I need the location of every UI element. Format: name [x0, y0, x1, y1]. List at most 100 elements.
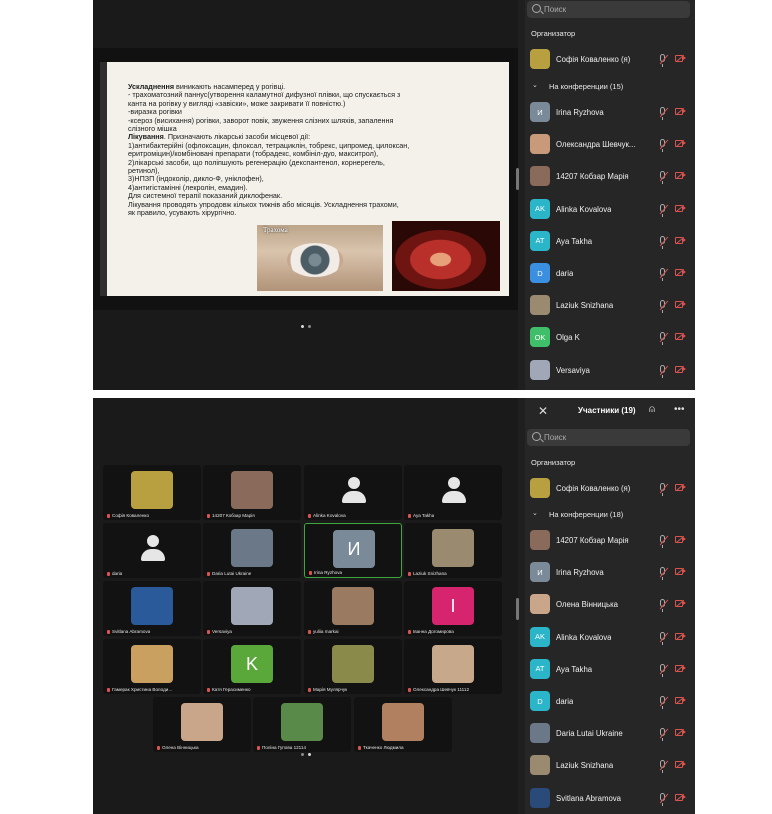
camera-off-icon[interactable]: [675, 55, 686, 62]
participant-row[interactable]: Ddaria: [525, 690, 695, 712]
camera-off-icon[interactable]: [675, 236, 686, 244]
camera-off-icon[interactable]: [675, 301, 686, 309]
camera-off-icon[interactable]: [675, 568, 686, 576]
participant-row[interactable]: 14207 Кобзар Марія: [525, 529, 695, 551]
mic-muted-icon[interactable]: [660, 760, 665, 774]
mic-muted-icon[interactable]: [660, 631, 665, 645]
video-tile[interactable]: И Irina Ryzhova: [304, 523, 402, 578]
camera-off-icon[interactable]: [675, 484, 686, 491]
video-tile[interactable]: І Іванна Догомирова: [404, 581, 502, 636]
camera-off-icon[interactable]: [675, 632, 686, 640]
avatar: OK: [530, 327, 550, 348]
search-input[interactable]: [544, 429, 684, 446]
mic-muted-icon[interactable]: [660, 792, 665, 806]
video-tile[interactable]: Laziuk Snizhana: [404, 523, 502, 578]
camera-off-icon[interactable]: [675, 269, 686, 276]
participant-row[interactable]: Versaviya: [525, 359, 695, 381]
camera-off-icon[interactable]: [675, 365, 686, 373]
camera-off-icon[interactable]: [675, 761, 686, 769]
mic-muted-icon[interactable]: [660, 107, 665, 120]
page-dot-active[interactable]: [307, 753, 311, 756]
camera-off-icon[interactable]: [675, 664, 686, 672]
in-conference-label[interactable]: На конференции (18): [549, 510, 623, 519]
participant-row-organizer[interactable]: Софія Коваленко (я): [525, 477, 695, 499]
video-tile[interactable]: K Катя Герасименко: [203, 639, 301, 694]
mic-muted-icon[interactable]: [660, 696, 665, 709]
mic-muted-icon[interactable]: [660, 483, 665, 496]
mic-muted-icon[interactable]: [660, 203, 665, 217]
camera-off-icon[interactable]: [675, 600, 686, 608]
participant-row[interactable]: AK Alinka Kovalova: [525, 626, 695, 648]
mic-muted-icon[interactable]: [660, 332, 665, 346]
camera-off-icon[interactable]: [675, 140, 686, 148]
invite-user-icon[interactable]: ⍝: [649, 404, 655, 415]
close-icon[interactable]: ✕: [538, 404, 548, 418]
mic-muted-icon[interactable]: [660, 235, 665, 249]
participant-row[interactable]: Олександра Шевчук...: [525, 133, 695, 155]
participant-row[interactable]: AK Alinka Kovalova: [525, 198, 695, 220]
video-tile[interactable]: Aya Takha: [404, 465, 502, 520]
search-box[interactable]: [527, 1, 690, 18]
video-tile[interactable]: Versaviya: [203, 581, 301, 636]
mic-muted-icon[interactable]: [660, 139, 665, 153]
video-tile[interactable]: 14207 Кобзар Марія: [203, 465, 301, 520]
video-tile[interactable]: Svitlana Abramova: [103, 581, 201, 636]
mic-muted-icon[interactable]: [660, 728, 665, 742]
participant-row[interactable]: 14207 Кобзар Марія: [525, 165, 695, 187]
camera-off-icon[interactable]: [675, 172, 686, 180]
video-tile[interactable]: Олена Вінницька: [153, 697, 251, 752]
chevron-down-icon[interactable]: ⌄: [532, 81, 538, 89]
page-dot[interactable]: [300, 753, 304, 756]
camera-off-icon[interactable]: [675, 793, 686, 801]
mic-muted-icon[interactable]: [660, 535, 665, 548]
panel-resize-handle[interactable]: [516, 168, 519, 190]
video-tile[interactable]: Ткаченко Людмила: [354, 697, 452, 752]
mic-muted-icon[interactable]: [660, 599, 665, 613]
video-tile[interactable]: Поліна Гупова 12114: [253, 697, 351, 752]
participant-row[interactable]: Laziuk Snizhana: [525, 294, 695, 316]
search-input[interactable]: [544, 1, 684, 18]
camera-off-icon[interactable]: [675, 729, 686, 737]
camera-off-icon[interactable]: [675, 204, 686, 212]
camera-off-icon[interactable]: [675, 697, 686, 704]
more-options-icon[interactable]: •••: [674, 404, 685, 415]
chevron-down-icon[interactable]: ⌄: [532, 509, 538, 517]
participant-row[interactable]: AT Aya Takha: [525, 230, 695, 252]
mic-muted-icon[interactable]: [660, 268, 665, 281]
page-indicator[interactable]: [300, 325, 311, 328]
video-tile[interactable]: Олександра Шевчук 11112: [404, 639, 502, 694]
participant-row[interactable]: Олена Вінницька: [525, 593, 695, 615]
mic-muted-icon[interactable]: [660, 300, 665, 314]
participant-row[interactable]: AT Aya Takha: [525, 658, 695, 680]
video-tile[interactable]: Марія Мулярчук: [304, 639, 402, 694]
video-tile[interactable]: Alinka Kovalova: [304, 465, 402, 520]
mic-muted-icon[interactable]: [660, 364, 665, 378]
participant-row[interactable]: Ddaria: [525, 262, 695, 284]
in-conference-label[interactable]: На конференции (15): [549, 82, 623, 91]
video-tile[interactable]: Гамерак Христина Володи...: [103, 639, 201, 694]
camera-off-icon[interactable]: [675, 108, 686, 115]
video-tile[interactable]: Daria Lutai Ukraine: [203, 523, 301, 578]
participant-row-organizer[interactable]: Софія Коваленко (я): [525, 48, 695, 70]
mic-muted-icon[interactable]: [660, 171, 665, 185]
page-dot[interactable]: [307, 325, 311, 328]
participant-row[interactable]: И Irina Ryzhova: [525, 561, 695, 583]
panel-resize-handle[interactable]: [516, 598, 519, 620]
participant-row[interactable]: Laziuk Snizhana: [525, 754, 695, 776]
participant-row[interactable]: И Irina Ryzhova: [525, 101, 695, 123]
mic-muted-icon: [207, 571, 210, 576]
mic-muted-icon[interactable]: [660, 54, 665, 67]
participant-row[interactable]: Svitlana Abramova: [525, 787, 695, 809]
camera-off-icon[interactable]: [675, 333, 686, 341]
video-tile[interactable]: Софія Коваленко: [103, 465, 201, 520]
page-indicator[interactable]: [300, 753, 311, 756]
video-tile[interactable]: daria: [103, 523, 201, 578]
search-box[interactable]: [527, 429, 690, 446]
video-tile[interactable]: yuliia markai: [304, 581, 402, 636]
participant-row[interactable]: Daria Lutai Ukraine: [525, 722, 695, 744]
page-dot-active[interactable]: [300, 325, 304, 328]
mic-muted-icon[interactable]: [660, 567, 665, 581]
mic-muted-icon[interactable]: [660, 663, 665, 677]
camera-off-icon[interactable]: [675, 536, 686, 543]
participant-row[interactable]: OK Olga K: [525, 326, 695, 348]
